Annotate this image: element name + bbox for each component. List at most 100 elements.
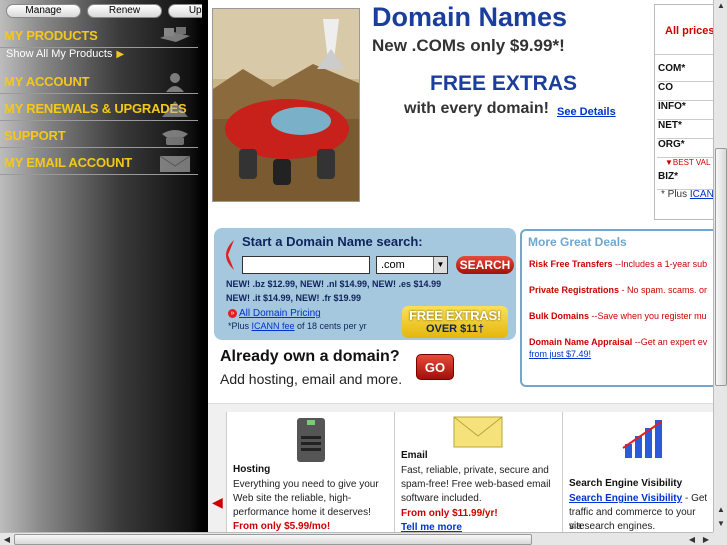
- tld-row: INFO*: [657, 101, 714, 120]
- product-card-seo[interactable]: Search Engine Visibility Search Engine V…: [562, 412, 713, 533]
- triangle-down-icon: ▼: [665, 158, 673, 167]
- card-desc: Fast, reliable, private, secure and: [401, 465, 549, 476]
- server-icon: [297, 418, 325, 462]
- icann-suffix: of 18 cents per yr: [294, 321, 367, 331]
- deal-name: Private Registrations: [529, 285, 620, 295]
- card-desc: Web site the reliable, high-: [233, 493, 352, 504]
- all-prices-label: All prices: [665, 25, 714, 37]
- free-extras-badge[interactable]: FREE EXTRAS! OVER $11†: [402, 306, 508, 338]
- new-tld-promo: NEW! .it $14.99, NEW! .fr $19.99: [226, 293, 362, 303]
- deal-desc: --Includes a 1-year sub: [612, 259, 708, 269]
- domain-search-panel: Start a Domain Name search: .com ▼ SEARCH…: [214, 228, 516, 340]
- badge-line1: FREE EXTRAS!: [409, 308, 501, 323]
- deal-desc: - No spam. scams. or: [619, 285, 708, 295]
- card-title: Email: [401, 450, 428, 461]
- domain-search-input[interactable]: [242, 256, 370, 274]
- prices-panel: All prices COM* CO INFO* NET* ORG* ▼BEST…: [654, 4, 714, 220]
- deal-desc: --Get an expert ev: [632, 337, 708, 347]
- card-title: Hosting: [233, 464, 271, 475]
- scroll-up-icon[interactable]: ▲: [714, 0, 727, 12]
- deal-item[interactable]: Bulk Domains --Save when you register mu: [529, 311, 707, 321]
- card-desc: software included.: [401, 493, 482, 504]
- scroll-left-icon[interactable]: ◀: [685, 533, 699, 545]
- scroll-left-icon[interactable]: ◀: [0, 533, 14, 545]
- deal-item[interactable]: Private Registrations - No spam. scams. …: [529, 285, 707, 295]
- see-details-link[interactable]: See Details: [557, 106, 616, 118]
- sidebar-item-my-email[interactable]: MY EMAIL ACCOUNT: [0, 151, 198, 175]
- free-extras-heading: FREE EXTRAS: [430, 72, 578, 95]
- manage-button[interactable]: Manage: [6, 4, 81, 18]
- product-card-hosting[interactable]: Hosting Everything you need to give your…: [226, 412, 394, 533]
- badge-line2: OVER $11†: [425, 323, 485, 335]
- scroll-down-icon[interactable]: ▼: [714, 518, 727, 530]
- hero-subtitle: New .COMs only $9.99*!: [372, 36, 565, 55]
- bar-chart-icon: [622, 420, 662, 458]
- person-icon: [166, 73, 184, 92]
- phone-icon: [162, 130, 188, 145]
- arrow-up-icon: [162, 101, 188, 117]
- card-desc-row: Search Engine Visibility - Get: [569, 492, 707, 506]
- chevron-right-icon: ▶: [116, 49, 125, 60]
- hero-title: Domain Names: [372, 2, 568, 32]
- tld-select[interactable]: .com ▼: [376, 256, 448, 274]
- search-button[interactable]: SEARCH: [456, 256, 514, 274]
- tld-row: BIZ*: [657, 171, 714, 190]
- main-content: Domain Names New .COMs only $9.99*! FREE…: [208, 0, 720, 533]
- deal-name: Risk Free Transfers: [529, 259, 613, 269]
- icann-prefix: *Plus: [228, 321, 252, 331]
- all-pricing-row: » All Domain Pricing: [228, 308, 321, 319]
- deal-desc: --Save when you register mu: [589, 311, 707, 321]
- icann-link[interactable]: ICAN: [690, 189, 714, 200]
- chevron-down-icon: ▼: [433, 257, 447, 273]
- horizontal-scrollbar[interactable]: ◀ ◀ ▶: [0, 532, 713, 545]
- own-domain-go-button[interactable]: GO: [416, 354, 454, 380]
- icann-fee-link[interactable]: ICANN fee: [252, 321, 295, 331]
- vertical-scroll-thumb[interactable]: [715, 148, 727, 386]
- horizontal-scroll-thumb[interactable]: [14, 534, 532, 545]
- sidebar: Manage Renew Upgrade MY PRODUCTS Show Al…: [0, 0, 248, 532]
- deal-item[interactable]: Domain Name Appraisal --Get an expert ev: [529, 337, 707, 347]
- sidebar-item-label: MY EMAIL ACCOUNT: [4, 155, 133, 170]
- card-link[interactable]: Search Engine Visibility: [569, 493, 682, 504]
- carousel-prev-arrow-icon[interactable]: ◀: [212, 494, 223, 510]
- appraisal-price-link[interactable]: from just $7.49!: [529, 349, 591, 359]
- product-carousel: ◀ Hosting Everything you need to give yo…: [208, 403, 713, 533]
- hero-illustration: [212, 8, 360, 202]
- best-value-label: ▼BEST VAL: [665, 158, 710, 167]
- new-tld-promo: NEW! .bz $12.99, NEW! .nl $14.99, NEW! .…: [226, 279, 442, 289]
- product-card-email[interactable]: Email Fast, reliable, private, secure an…: [394, 412, 562, 533]
- more-great-deals-panel: More Great Deals Risk Free Transfers --I…: [520, 229, 720, 387]
- card-desc: - Get: [682, 493, 708, 504]
- sidebar-item-renewals[interactable]: MY RENEWALS & UPGRADES: [0, 97, 198, 121]
- footnote-prefix: * Plus: [661, 189, 690, 200]
- card-price: From only $5.99/mo!: [233, 521, 331, 532]
- boxes-icon: [160, 27, 190, 42]
- show-all-products-link[interactable]: Show All My Products ▶: [6, 48, 124, 60]
- card-title: Search Engine Visibility: [569, 478, 683, 489]
- all-pricing-link[interactable]: All Domain Pricing: [239, 308, 321, 319]
- sidebar-item-label: SUPPORT: [4, 128, 66, 143]
- card-desc: Everything you need to give your: [233, 479, 379, 490]
- sidebar-item-my-products[interactable]: MY PRODUCTS: [0, 24, 198, 48]
- sidebar-item-label: MY PRODUCTS: [4, 28, 98, 43]
- tld-row: NET*: [657, 120, 714, 139]
- prices-footnote: * Plus ICAN: [661, 189, 714, 200]
- envelope-icon: [159, 155, 191, 172]
- scroll-right-icon[interactable]: ▶: [699, 533, 713, 545]
- renew-button[interactable]: Renew: [87, 4, 162, 18]
- deal-item[interactable]: Risk Free Transfers --Includes a 1-year …: [529, 259, 707, 269]
- search-title: Start a Domain Name search:: [242, 234, 423, 249]
- scroll-up-icon[interactable]: ▲: [714, 504, 727, 516]
- own-domain-subtitle: Add hosting, email and more.: [220, 371, 403, 387]
- envelope-icon: [453, 416, 503, 448]
- own-domain-title: Already own a domain?: [220, 348, 400, 365]
- sidebar-item-my-account[interactable]: MY ACCOUNT: [0, 70, 198, 94]
- every-domain-text: with every domain!: [404, 100, 549, 117]
- vertical-scrollbar[interactable]: ▲ ▲ ▼: [713, 0, 727, 532]
- deals-title: More Great Deals: [528, 235, 627, 249]
- card-price: From only $11.99/yr!: [401, 508, 498, 519]
- sidebar-item-support[interactable]: SUPPORT: [0, 124, 198, 148]
- tld-select-value: .com: [381, 259, 405, 271]
- page: Manage Renew Upgrade MY PRODUCTS Show Al…: [0, 0, 727, 545]
- best-value-text: BEST VAL: [672, 158, 711, 167]
